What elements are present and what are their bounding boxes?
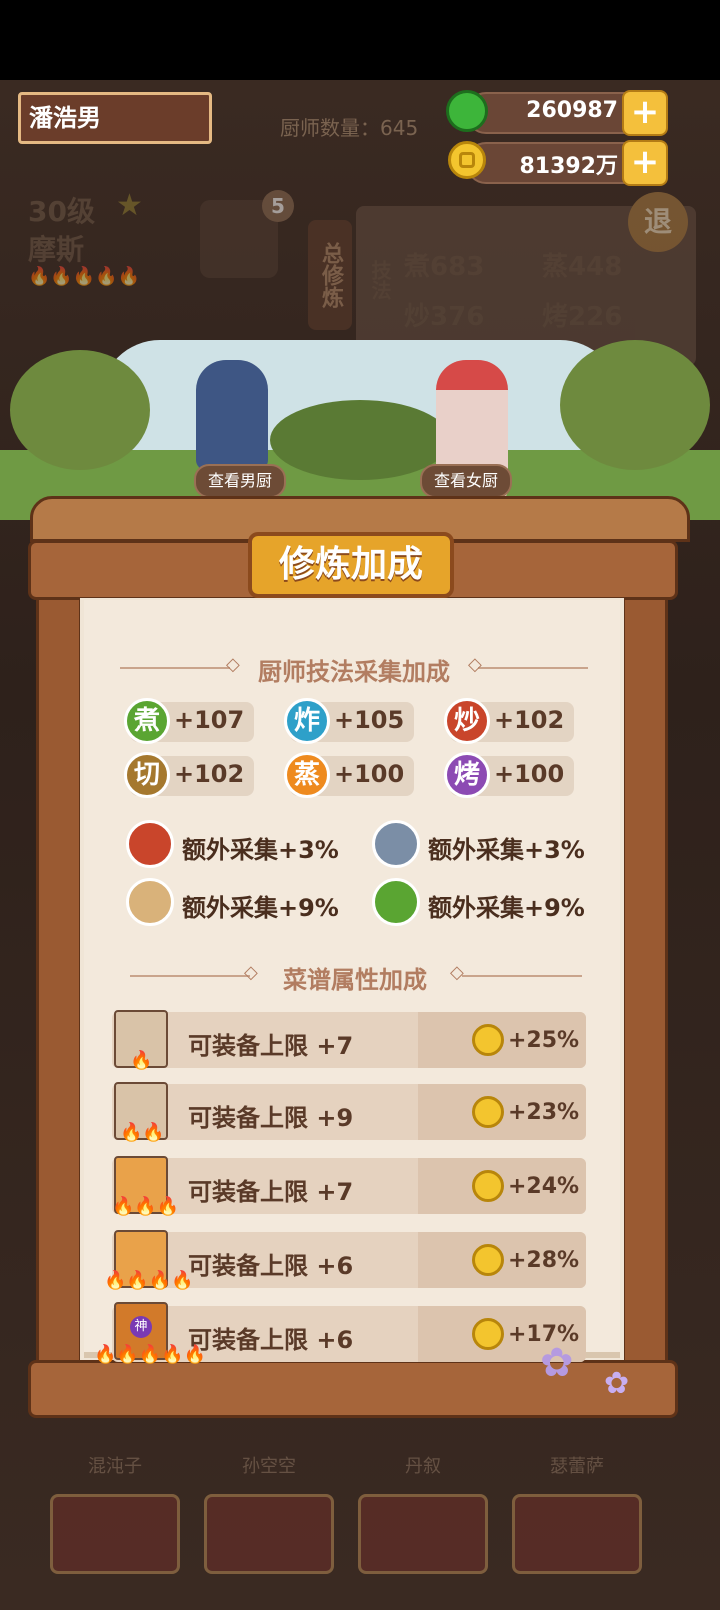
chef-count: 厨师数量：645: [280, 116, 419, 140]
steam-skill-icon: 蒸: [284, 752, 330, 798]
add-jade-button[interactable]: +: [622, 90, 668, 136]
fry-skill-value: +105: [334, 706, 405, 734]
recipe-bonus: +25%: [508, 1028, 580, 1053]
coin-icon: [472, 1170, 504, 1202]
chef-scene: 查看男厨 查看女厨: [0, 330, 720, 550]
section2-title: 菜谱属性加成: [283, 966, 427, 994]
chef-name: 摩斯: [28, 233, 85, 266]
jade-value: 260987: [526, 98, 618, 123]
flour-icon: [126, 878, 174, 926]
recipe-limit-text: 可装备上限 +7: [188, 1178, 354, 1206]
flame-icon: 🔥🔥: [120, 1122, 165, 1143]
coin-icon: [472, 1096, 504, 1128]
chef-card[interactable]: [512, 1494, 642, 1574]
exit-button[interactable]: 退: [628, 192, 688, 252]
stirfry-skill-icon: 炒: [444, 698, 490, 744]
panel-title: 修炼加成: [248, 532, 454, 598]
flame-icon: 🔥🔥🔥: [112, 1196, 180, 1217]
jade-icon: [446, 90, 488, 132]
panel-frame-right: [622, 570, 668, 1400]
stirfry-skill-value: +102: [494, 706, 565, 734]
view-male-chef-button[interactable]: 查看男厨: [194, 464, 287, 498]
boil-skill-value: +107: [174, 706, 245, 734]
chef-card[interactable]: [358, 1494, 488, 1574]
view-female-chef-button[interactable]: 查看女厨: [420, 464, 513, 498]
meat-extra-text: 额外采集+3%: [182, 836, 339, 864]
flame-row-icon: 🔥🔥🔥🔥🔥: [28, 266, 141, 287]
chef-list: 混沌子 孙空空 丹叙 瑟蕾萨: [0, 1430, 720, 1610]
slot-badge: 5: [262, 190, 294, 222]
section2-left-line: [130, 975, 250, 977]
flame-icon: 🔥🔥🔥🔥: [104, 1270, 194, 1291]
cut-skill-icon: 切: [124, 752, 170, 798]
chef-list-name: 瑟蕾萨: [550, 1456, 604, 1477]
chef-card[interactable]: [50, 1494, 180, 1574]
divine-badge: 神: [130, 1316, 152, 1338]
skill-label: 技法: [368, 260, 392, 300]
section2-right-line: [462, 975, 582, 977]
section2-left-ornament-icon: ◇: [244, 962, 258, 983]
skill-boil-glyph: 煮: [404, 252, 431, 282]
fish-extra-text: 额外采集+3%: [428, 836, 585, 864]
recipe-limit-text: 可装备上限 +6: [188, 1326, 354, 1354]
skill-roast-value: 226: [568, 302, 623, 332]
chef-card[interactable]: [204, 1494, 334, 1574]
flame-icon: 🔥: [130, 1050, 153, 1071]
panel-frame-left: [36, 570, 82, 1400]
fish-icon: [372, 820, 420, 868]
cut-skill-value: +102: [174, 760, 245, 788]
steam-skill-value: +100: [334, 760, 405, 788]
left-tree: [10, 350, 150, 470]
section1-left-line: [120, 667, 230, 669]
skill-boil-value: 683: [430, 252, 485, 282]
recipe-bonus: +23%: [508, 1100, 580, 1125]
recipe-limit-text: 可装备上限 +9: [188, 1104, 354, 1132]
section1-right-line: [478, 667, 588, 669]
section1-right-ornament-icon: ◇: [468, 654, 482, 675]
section1-left-ornament-icon: ◇: [226, 654, 240, 675]
vegetable-icon: [372, 878, 420, 926]
status-bar-area: [0, 0, 720, 80]
skill-steam-value: 448: [568, 252, 623, 282]
fry-skill-icon: 炸: [284, 698, 330, 744]
flower-decoration-icon: ✿: [540, 1340, 574, 1386]
boil-skill-icon: 煮: [124, 698, 170, 744]
meat-icon: [126, 820, 174, 868]
skill-steam-glyph: 蒸: [542, 252, 569, 282]
roast-skill-value: +100: [494, 760, 565, 788]
chef-level: 30级: [28, 195, 95, 228]
total-training-button[interactable]: 总修炼: [308, 220, 352, 330]
panel-bottom-beam: [28, 1360, 678, 1418]
right-tree: [560, 340, 710, 470]
recipe-limit-text: 可装备上限 +7: [188, 1032, 354, 1060]
roast-skill-icon: 烤: [444, 752, 490, 798]
section1-title: 厨师技法采集加成: [258, 658, 450, 686]
recipe-bonus: +28%: [508, 1248, 580, 1273]
coin-icon: [472, 1244, 504, 1276]
skill-stirfry-glyph: 炒: [404, 302, 431, 332]
male-chef-icon[interactable]: [196, 360, 268, 470]
flower-decoration-icon: ✿: [604, 1366, 630, 1401]
recipe-bonus: +24%: [508, 1174, 580, 1199]
recipe-limit-text: 可装备上限 +6: [188, 1252, 354, 1280]
skill-stirfry-value: 376: [430, 302, 485, 332]
coin-icon: [472, 1024, 504, 1056]
chef-list-name: 混沌子: [88, 1456, 142, 1477]
chef-list-name: 孙空空: [242, 1456, 296, 1477]
chef-list-name: 丹叙: [405, 1456, 441, 1477]
skill-roast-glyph: 烤: [542, 302, 569, 332]
player-name[interactable]: 潘浩男: [18, 92, 212, 144]
star-icon: ★: [116, 188, 143, 223]
flour-extra-text: 额外采集+9%: [182, 894, 339, 922]
coin-icon: [472, 1318, 504, 1350]
section2-right-ornament-icon: ◇: [450, 962, 464, 983]
vegetable-extra-text: 额外采集+9%: [428, 894, 585, 922]
